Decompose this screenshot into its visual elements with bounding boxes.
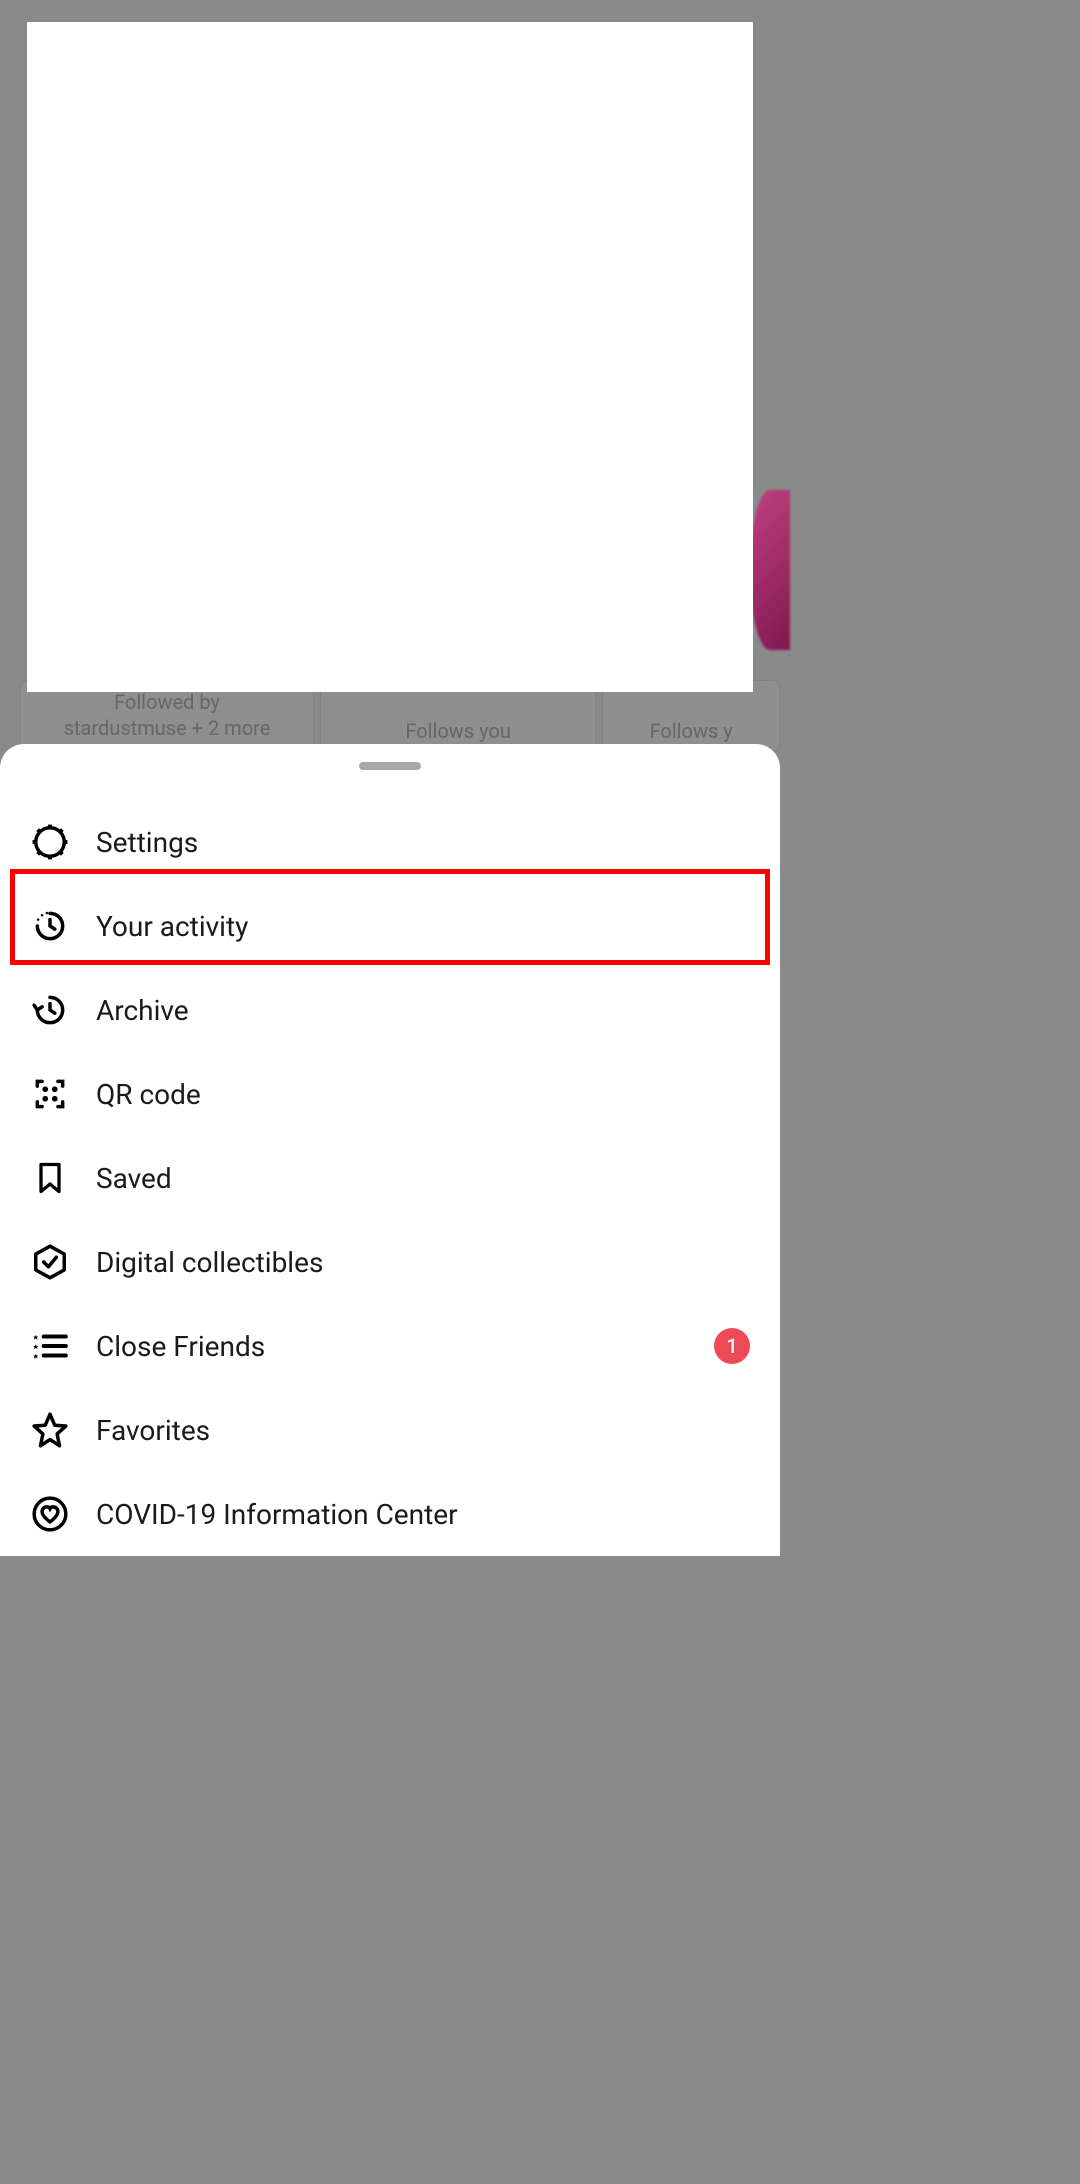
menu-label: Archive: [96, 994, 189, 1027]
notification-badge: 1: [714, 1328, 750, 1364]
menu-item-your-activity[interactable]: Your activity: [0, 884, 780, 968]
blank-overlay: [27, 22, 753, 692]
star-icon: [30, 1410, 70, 1450]
activity-icon: [30, 906, 70, 946]
bookmark-icon: [30, 1158, 70, 1198]
menu-item-saved[interactable]: Saved: [0, 1136, 780, 1220]
menu-label: Saved: [96, 1162, 172, 1195]
follows-you-text: Follows y: [650, 689, 733, 743]
menu-label: COVID-19 Information Center: [96, 1498, 458, 1531]
menu-label: Close Friends: [96, 1330, 265, 1363]
menu-item-archive[interactable]: Archive: [0, 968, 780, 1052]
menu-label: Digital collectibles: [96, 1246, 323, 1279]
menu-label: QR code: [96, 1078, 201, 1111]
gear-icon: [30, 822, 70, 862]
menu-item-covid-info[interactable]: COVID-19 Information Center: [0, 1472, 780, 1556]
bottom-sheet: Settings Your activity Archive: [0, 744, 780, 1556]
menu-label: Favorites: [96, 1414, 210, 1447]
menu-item-settings[interactable]: Settings: [0, 800, 780, 884]
follows-you-text: Follows you: [405, 689, 510, 743]
background-decoration: [750, 490, 790, 650]
heart-circle-icon: [30, 1494, 70, 1534]
menu-item-digital-collectibles[interactable]: Digital collectibles: [0, 1220, 780, 1304]
drag-handle[interactable]: [359, 762, 421, 770]
hexagon-check-icon: [30, 1242, 70, 1282]
menu-label: Your activity: [96, 910, 248, 943]
followed-by-text: Followed by stardustmuse + 2 more: [64, 689, 271, 741]
archive-icon: [30, 990, 70, 1030]
menu-item-favorites[interactable]: Favorites: [0, 1388, 780, 1472]
menu-item-qr-code[interactable]: QR code: [0, 1052, 780, 1136]
star-list-icon: [30, 1326, 70, 1366]
qr-icon: [30, 1074, 70, 1114]
menu-label: Settings: [96, 826, 198, 859]
menu-item-close-friends[interactable]: Close Friends 1: [0, 1304, 780, 1388]
